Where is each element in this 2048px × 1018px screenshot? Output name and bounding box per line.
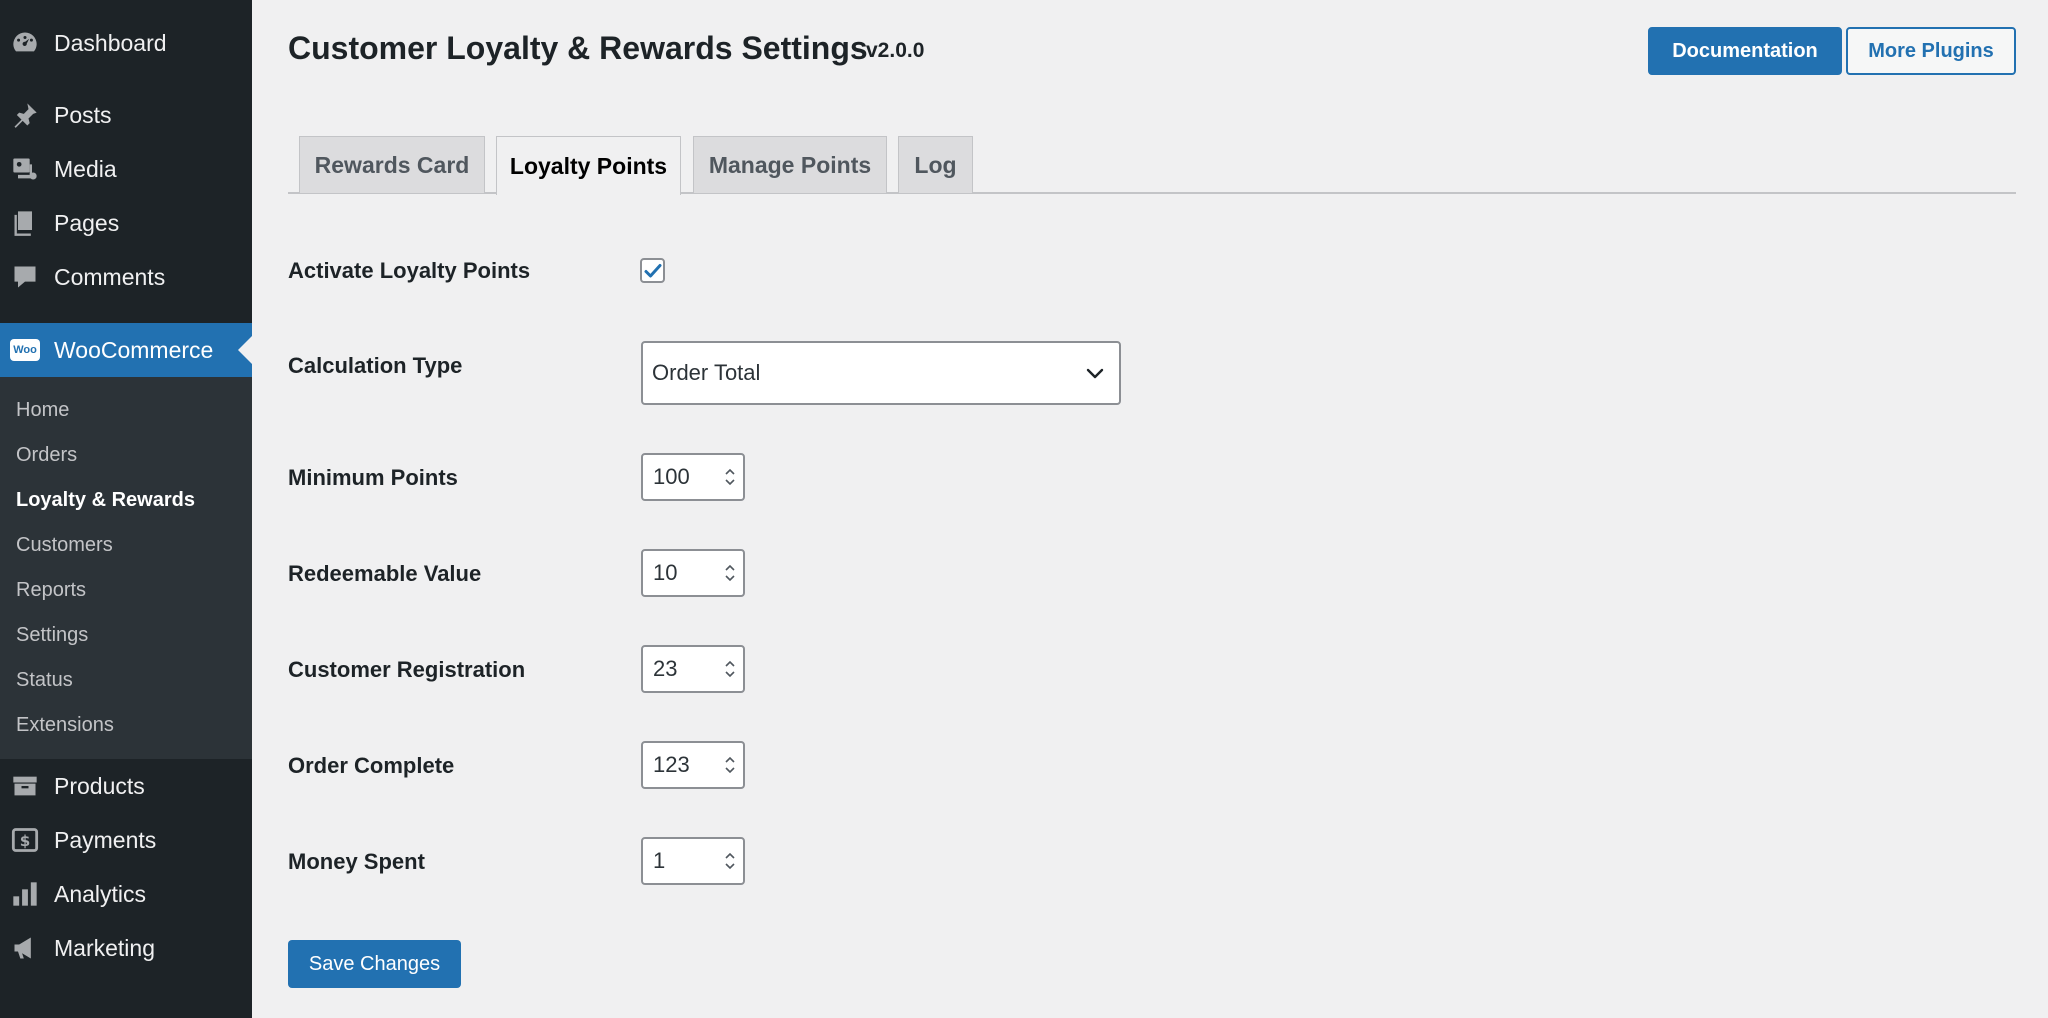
menu-label: Posts bbox=[54, 101, 112, 128]
dollar-icon: $ bbox=[10, 825, 40, 855]
menu-item-pages[interactable]: Pages bbox=[0, 196, 252, 250]
more-plugins-button[interactable]: More Plugins bbox=[1846, 27, 2016, 75]
menu-item-posts[interactable]: Posts bbox=[0, 88, 252, 142]
money-spent-value: 1 bbox=[653, 848, 666, 873]
order-complete-input[interactable]: 123 bbox=[641, 741, 745, 789]
chevron-down-icon bbox=[1086, 368, 1104, 379]
minimum-points-value: 100 bbox=[653, 464, 690, 489]
menu-label: Comments bbox=[54, 263, 166, 290]
customer-registration-label: Customer Registration bbox=[288, 657, 526, 682]
media-icon bbox=[10, 154, 40, 184]
submenu-item-customers[interactable]: Customers bbox=[16, 534, 113, 557]
submenu-item-extensions[interactable]: Extensions bbox=[16, 714, 114, 737]
redeemable-value-value: 10 bbox=[653, 560, 678, 585]
menu-item-payments[interactable]: $ Payments bbox=[0, 813, 252, 867]
activate-loyalty-checkbox[interactable] bbox=[640, 258, 665, 283]
pin-icon bbox=[10, 100, 40, 130]
archive-icon bbox=[10, 771, 40, 801]
tab-log[interactable]: Log bbox=[898, 136, 973, 193]
calculation-type-label: Calculation Type bbox=[288, 353, 463, 378]
submenu-item-home[interactable]: Home bbox=[16, 399, 69, 422]
submenu-item-settings[interactable]: Settings bbox=[16, 624, 88, 647]
menu-label: WooCommerce bbox=[54, 336, 214, 363]
submenu-item-status[interactable]: Status bbox=[16, 669, 73, 692]
menu-item-dashboard[interactable]: Dashboard bbox=[0, 16, 252, 70]
documentation-button[interactable]: Documentation bbox=[1648, 27, 1842, 75]
customer-registration-input[interactable]: 23 bbox=[641, 645, 745, 693]
redeemable-value-label: Redeemable Value bbox=[288, 561, 482, 586]
spinner-icon[interactable] bbox=[723, 850, 737, 872]
version-label: v2.0.0 bbox=[866, 39, 925, 62]
bar-chart-icon bbox=[10, 879, 40, 909]
menu-label: Pages bbox=[54, 209, 120, 236]
submenu-item-orders[interactable]: Orders bbox=[16, 444, 77, 467]
admin-sidebar: Dashboard Posts Media Pages Comments Woo… bbox=[0, 0, 252, 1018]
dashboard-icon bbox=[10, 28, 40, 58]
menu-item-media[interactable]: Media bbox=[0, 142, 252, 196]
menu-item-marketing[interactable]: Marketing bbox=[0, 921, 252, 975]
menu-label: Dashboard bbox=[54, 29, 167, 56]
money-spent-input[interactable]: 1 bbox=[641, 837, 745, 885]
minimum-points-input[interactable]: 100 bbox=[641, 453, 745, 501]
activate-loyalty-label: Activate Loyalty Points bbox=[288, 258, 531, 283]
customer-registration-value: 23 bbox=[653, 656, 678, 681]
save-changes-button[interactable]: Save Changes bbox=[288, 940, 461, 988]
spinner-icon[interactable] bbox=[723, 754, 737, 776]
menu-item-comments[interactable]: Comments bbox=[0, 250, 252, 304]
tab-loyalty-points[interactable]: Loyalty Points bbox=[496, 136, 681, 195]
tab-manage-points[interactable]: Manage Points bbox=[693, 136, 887, 193]
spinner-icon[interactable] bbox=[723, 562, 737, 584]
spinner-icon[interactable] bbox=[723, 658, 737, 680]
woo-icon: Woo bbox=[10, 335, 40, 365]
page-title: Customer Loyalty & Rewards Settings bbox=[288, 30, 868, 66]
redeemable-value-input[interactable]: 10 bbox=[641, 549, 745, 597]
tab-rewards-card[interactable]: Rewards Card bbox=[299, 136, 485, 193]
menu-label: Media bbox=[54, 155, 117, 182]
order-complete-value: 123 bbox=[653, 752, 690, 777]
order-complete-label: Order Complete bbox=[288, 753, 455, 778]
menu-label: Products bbox=[54, 772, 145, 799]
pages-icon bbox=[10, 208, 40, 238]
checkmark-icon bbox=[644, 263, 661, 277]
submenu-item-reports[interactable]: Reports bbox=[16, 579, 86, 602]
calculation-type-value: Order Total bbox=[652, 360, 761, 385]
money-spent-label: Money Spent bbox=[288, 849, 425, 874]
menu-item-woocommerce[interactable]: Woo WooCommerce bbox=[0, 323, 252, 377]
submenu-item-loyalty-rewards[interactable]: Loyalty & Rewards bbox=[16, 489, 195, 512]
minimum-points-label: Minimum Points bbox=[288, 465, 458, 490]
menu-label: Marketing bbox=[54, 934, 155, 961]
spinner-icon[interactable] bbox=[723, 466, 737, 488]
menu-label: Payments bbox=[54, 826, 157, 853]
megaphone-icon bbox=[10, 933, 40, 963]
comment-icon bbox=[10, 262, 40, 292]
svg-text:$: $ bbox=[20, 832, 31, 850]
menu-item-analytics[interactable]: Analytics bbox=[0, 867, 252, 921]
woocommerce-submenu: Home Orders Loyalty & Rewards Customers … bbox=[0, 377, 252, 759]
calculation-type-select[interactable]: Order Total bbox=[641, 341, 1121, 405]
menu-item-products[interactable]: Products bbox=[0, 759, 252, 813]
menu-label: Analytics bbox=[54, 880, 147, 907]
